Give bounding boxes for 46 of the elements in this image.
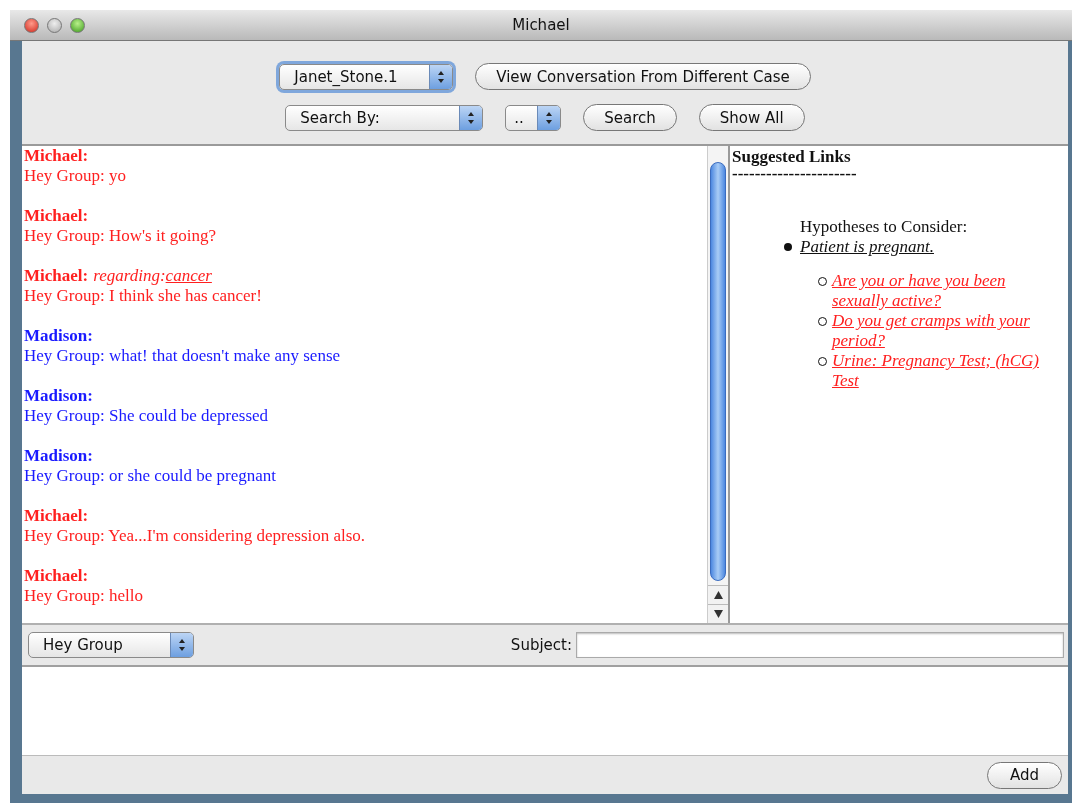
regarding-label: regarding: — [93, 266, 166, 285]
stepper-icon — [429, 64, 453, 89]
message-text: Hey Group: yo — [24, 166, 127, 186]
subject-label: Subject: — [510, 636, 572, 654]
message-text: Hey Group: hello — [24, 586, 144, 606]
subject-field[interactable] — [576, 632, 1064, 658]
message-text: Hey Group: Yea...I'm considering depression also. — [24, 526, 367, 546]
add-button[interactable]: Add — [986, 761, 1062, 789]
message-text: Hey Group: She could be depressed — [24, 406, 270, 426]
sender-name: Michael: — [24, 266, 89, 285]
question-link[interactable]: Do you get cramps with your period? — [832, 311, 1050, 351]
message-text: Hey Group: How's it going? — [24, 226, 217, 246]
hypotheses-heading: Hypotheses to Consider: — [800, 217, 969, 237]
case-dropdown[interactable]: Janet_Stone.1 — [279, 63, 454, 90]
minimize-button[interactable] — [47, 18, 62, 33]
scrollbar[interactable] — [707, 146, 728, 623]
hypothesis-link[interactable]: Patient is pregnant. — [800, 237, 934, 257]
sender-name: Michael: — [24, 566, 89, 585]
stepper-icon — [459, 105, 483, 130]
message-text: Hey Group: I think she has cancer! — [24, 286, 263, 306]
stepper-icon — [537, 105, 561, 130]
search-button[interactable]: Search — [583, 104, 677, 131]
message-text: Hey Group: or she could be pregnant — [24, 466, 278, 486]
message-text: Hey Group: what! that doesn't make any sense — [24, 346, 342, 366]
zoom-button[interactable] — [70, 18, 85, 33]
bullet-icon — [784, 243, 792, 251]
recipient-dropdown[interactable]: Hey Group — [28, 632, 194, 658]
question-link[interactable]: Are you or have you been sexually active? — [832, 271, 1050, 311]
sender-name: Madison: — [24, 326, 93, 345]
sender-name: Michael: — [24, 146, 89, 165]
dashed-rule: ---------------------- — [732, 167, 858, 181]
sender-name: Michael: — [24, 206, 89, 225]
sender-name: Madison: — [24, 386, 93, 405]
topic-link[interactable]: cancer — [165, 266, 212, 285]
search-value-dropdown[interactable]: .. — [505, 104, 562, 131]
message-input[interactable] — [22, 667, 1068, 756]
window-title: Michael — [512, 16, 570, 34]
links-title: Suggested Links — [732, 146, 852, 167]
view-conversation-button[interactable]: View Conversation From Different Case — [475, 63, 811, 90]
stepper-icon — [170, 633, 193, 657]
sender-name: Madison: — [24, 446, 93, 465]
sender-name: Michael: — [24, 506, 89, 525]
close-button[interactable] — [24, 18, 39, 33]
question-link[interactable]: Urine: Pregnancy Test; (hCG) Test — [832, 351, 1050, 391]
search-by-dropdown[interactable]: Search By: — [285, 104, 484, 131]
show-all-button[interactable]: Show All — [698, 104, 805, 131]
